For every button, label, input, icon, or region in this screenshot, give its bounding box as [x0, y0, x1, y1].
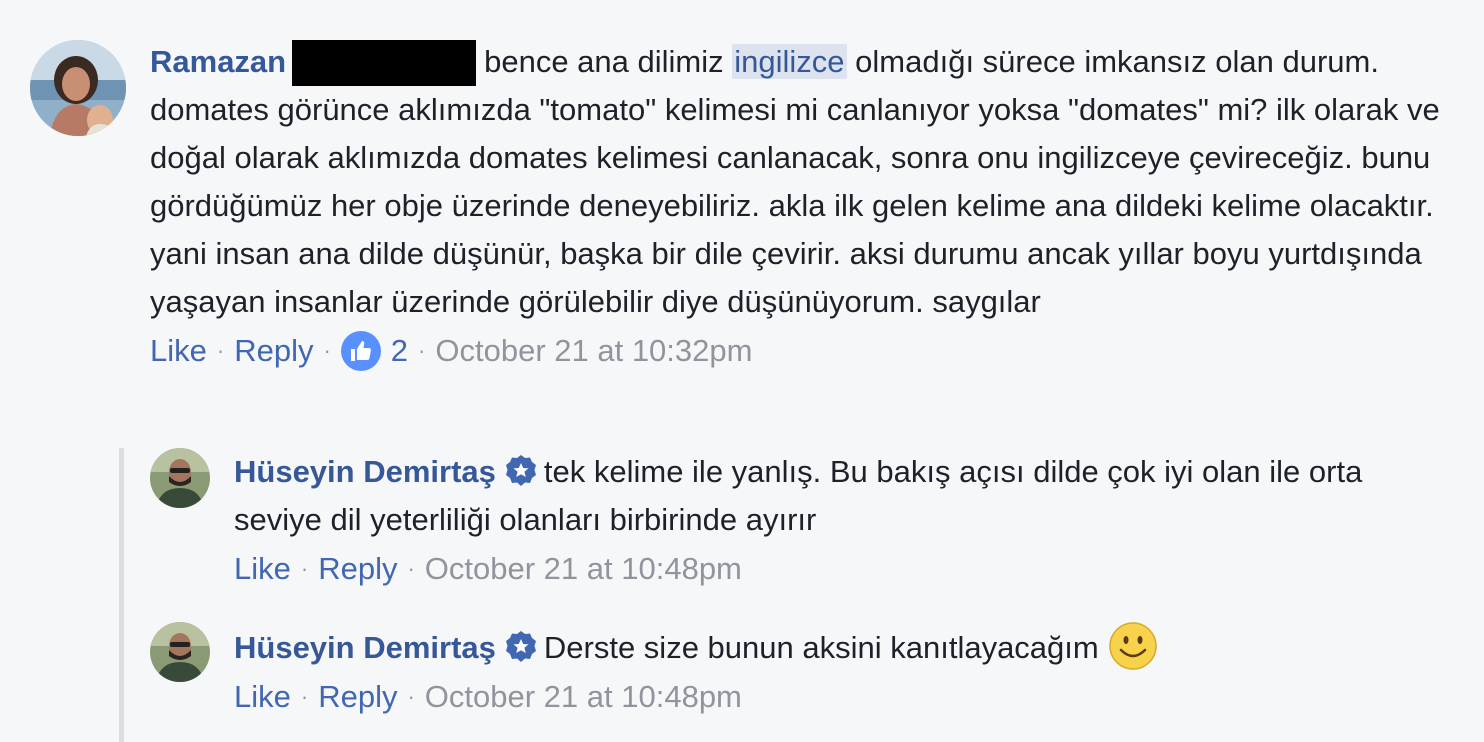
redacted-surname [292, 40, 477, 86]
comment-actions: Like · Reply · October 21 at 10:48pm [234, 674, 1454, 720]
avatar[interactable] [150, 448, 210, 508]
separator: · [407, 684, 415, 709]
reply-thread-line [119, 448, 124, 742]
comment-body: Hüseyin Demirtaş tek kelime ile yanlış. B… [234, 448, 1454, 592]
author-name[interactable]: Hüseyin Demirtaş [234, 630, 496, 665]
separator: · [407, 556, 415, 581]
separator: · [300, 684, 309, 709]
comment-actions: Like · Reply · October 21 at 10:48pm [234, 546, 1454, 592]
author-name[interactable]: Hüseyin Demirtaş [234, 454, 496, 489]
tagged-word-link[interactable]: ingilizce [732, 44, 847, 79]
comment-text-part-2: olmadığı sürece imkansız olan durum. dom… [150, 44, 1440, 319]
timestamp[interactable]: October 21 at 10:32pm [435, 328, 752, 374]
comment-text: Hüseyin Demirtaş tek kelime ile yanlış. B… [234, 448, 1454, 544]
comment-body: Hüseyin Demirtaş Derste size bunun aksini… [234, 622, 1454, 720]
verified-badge-icon [504, 454, 538, 488]
comment-body: Ramazan bence ana dilimiz ingilizce olmad… [150, 38, 1445, 374]
avatar[interactable] [30, 40, 126, 136]
comment-actions: Like · Reply · 2 · October 21 at 10:32pm [150, 328, 1445, 374]
reply-link[interactable]: Reply [234, 328, 313, 374]
avatar-photo [150, 448, 210, 508]
timestamp[interactable]: October 21 at 10:48pm [425, 674, 742, 720]
smiley-face-icon [1108, 622, 1157, 670]
comment-text: Ramazan bence ana dilimiz ingilizce olmad… [150, 38, 1445, 326]
comment-text: Hüseyin Demirtaş Derste size bunun aksini… [234, 622, 1454, 672]
separator: · [418, 338, 426, 363]
reply-text: Derste size bunun aksini kanıtlayacağım [543, 630, 1099, 665]
like-link[interactable]: Like [234, 674, 291, 720]
author-name[interactable]: Ramazan [150, 44, 286, 79]
like-link[interactable]: Like [234, 546, 291, 592]
comment-text-part-1: bence ana dilimiz [484, 44, 724, 79]
separator: · [323, 338, 331, 363]
verified-badge-icon [504, 630, 538, 664]
reply-link[interactable]: Reply [318, 674, 397, 720]
avatar-photo [30, 40, 126, 136]
thumbs-up-icon[interactable] [340, 331, 381, 371]
reply-link[interactable]: Reply [318, 546, 397, 592]
reaction-count[interactable]: 2 [391, 328, 408, 374]
separator: · [300, 556, 309, 581]
avatar[interactable] [150, 622, 210, 682]
avatar-photo [150, 622, 210, 682]
like-link[interactable]: Like [150, 328, 207, 374]
timestamp[interactable]: October 21 at 10:48pm [425, 546, 742, 592]
separator: · [216, 338, 225, 363]
